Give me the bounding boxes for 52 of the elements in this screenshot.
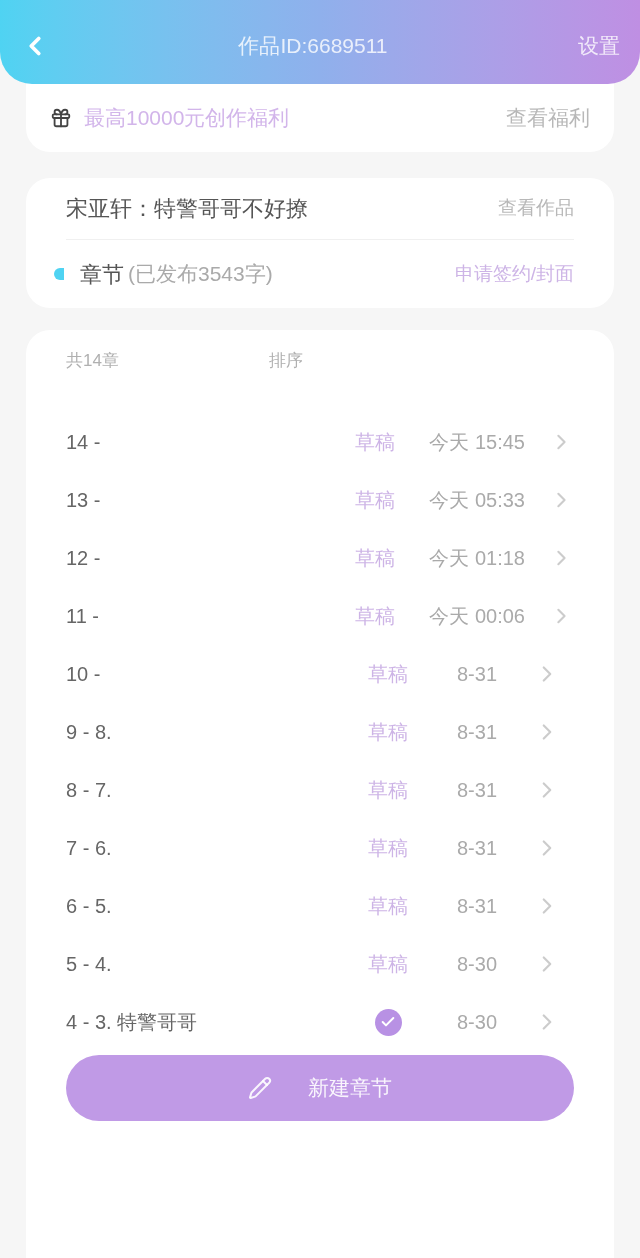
chapter-title: 5 - 4.	[66, 952, 113, 977]
check-icon	[374, 1008, 402, 1036]
draft-label: 草稿	[368, 894, 408, 919]
draft-label: 草稿	[354, 488, 395, 513]
window-title: 作品ID:6689511	[237, 33, 389, 60]
chapter-title: 7 - 6.	[66, 836, 113, 861]
draft-label: 草稿	[354, 604, 395, 629]
chapter-title: 11 -	[66, 604, 100, 629]
draft-label: 草稿	[368, 836, 408, 861]
draft-label: 草稿	[368, 778, 408, 803]
chapter-row[interactable]: 12 - 草稿 今天 01:18	[66, 529, 574, 587]
work-title: 宋亚轩：特警哥哥不好撩	[66, 195, 308, 223]
chapter-date: 8-30	[457, 952, 497, 977]
chapter-row[interactable]: 14 - 草稿 今天 15:45	[66, 413, 574, 471]
section-label: 章节	[80, 260, 124, 289]
pencil-icon	[248, 1076, 272, 1100]
chapter-date: 今天 05:33	[429, 488, 525, 513]
chapter-date: 8-31	[457, 778, 497, 803]
chapter-count: 共14章	[66, 350, 119, 373]
chapter-title: 14 -	[66, 430, 102, 455]
chapter-row[interactable]: 4 - 3. 特警哥哥 8-30	[66, 993, 574, 1051]
chapter-date: 今天 01:18	[429, 546, 525, 571]
draft-label: 草稿	[368, 720, 408, 745]
chapter-date: 今天 15:45	[429, 430, 525, 455]
chapter-date: 8-31	[457, 894, 497, 919]
chapter-row[interactable]: 11 - 草稿 今天 00:06	[66, 587, 574, 645]
chapter-title: 13 -	[66, 488, 102, 513]
chapter-title: 9 - 8.	[66, 720, 113, 745]
chapter-row[interactable]: 8 - 7. 草稿 8-31	[66, 761, 574, 819]
chapter-title: 8 - 7.	[66, 778, 113, 803]
word-count: (已发布3543字)	[128, 261, 273, 288]
chapter-row[interactable]: 5 - 4. 草稿 8-30	[66, 935, 574, 993]
chapter-date: 8-30	[457, 1010, 497, 1035]
chapter-title: 6 - 5.	[66, 894, 113, 919]
chapter-title: 4 - 3. 特警哥哥	[66, 1010, 199, 1035]
gift-icon	[50, 107, 72, 129]
chapter-row[interactable]: 6 - 5. 草稿 8-31	[66, 877, 574, 935]
chapter-row[interactable]: 10 - 草稿 8-31	[66, 645, 574, 703]
chapter-title: 12 -	[66, 546, 102, 571]
draft-label: 草稿	[368, 662, 408, 687]
draft-label: 草稿	[354, 430, 395, 455]
chapter-row[interactable]: 13 - 草稿 今天 05:33	[66, 471, 574, 529]
chapter-date: 8-31	[457, 836, 497, 861]
chapter-row[interactable]: 7 - 6. 草稿 8-31	[66, 819, 574, 877]
chapter-date: 8-31	[457, 720, 497, 745]
chapter-title: 10 -	[66, 662, 102, 687]
draft-label: 草稿	[368, 952, 408, 977]
draft-label: 草稿	[354, 546, 395, 571]
chapter-row[interactable]: 9 - 8. 草稿 8-31	[66, 703, 574, 761]
benefit-text: 最高10000元创作福利	[84, 105, 290, 132]
chapter-date: 今天 00:06	[429, 604, 525, 629]
chapter-date: 8-31	[457, 662, 497, 687]
